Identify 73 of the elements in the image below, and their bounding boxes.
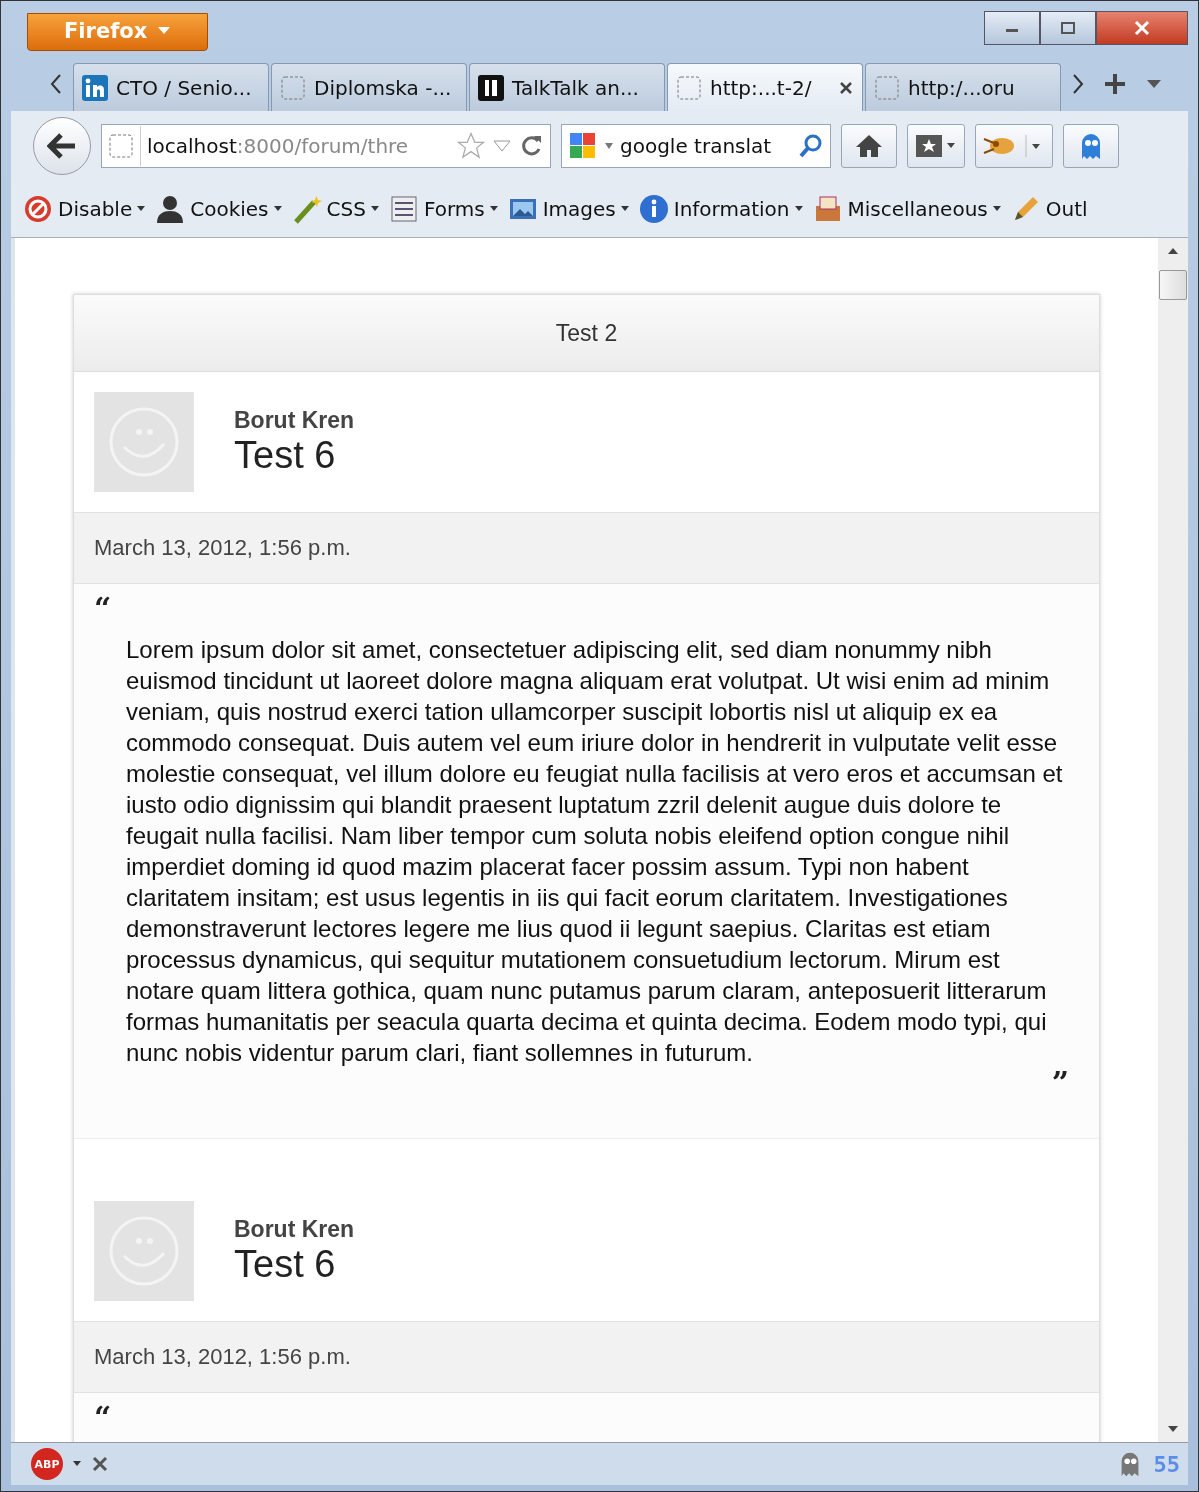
browser-tab[interactable]: TalkTalk an... (469, 63, 665, 111)
post-author: Borut Kren (234, 1216, 355, 1243)
star-icon[interactable] (456, 131, 486, 161)
browser-tab[interactable]: http:...t-2/ (667, 63, 863, 111)
maximize-button[interactable] (1040, 11, 1096, 45)
post-title: Test 6 (234, 1243, 337, 1286)
person-icon (155, 194, 186, 224)
caret-icon (157, 26, 172, 36)
caret-icon (992, 206, 1001, 212)
post-author: Borut Kren (234, 407, 355, 434)
browser-tab[interactable]: Diplomska -... (271, 63, 467, 111)
caret-icon[interactable] (73, 1461, 81, 1467)
address-bar[interactable]: localhost:8000/forum/thre (101, 124, 551, 168)
bookmarks-icon (914, 133, 958, 159)
post-date: March 13, 2012, 1:56 p.m. (94, 1344, 351, 1370)
toolbar-menu[interactable]: Disable (23, 194, 146, 224)
prohibited-icon (23, 194, 53, 224)
browser-tab[interactable]: http:/...oru (865, 63, 1061, 111)
scroll-up-icon[interactable] (1166, 246, 1180, 256)
tab-list-icon[interactable] (1145, 77, 1163, 90)
blank-page-icon (676, 74, 702, 101)
caret-icon (489, 206, 498, 212)
info-icon (638, 194, 669, 224)
close-quote: ” (1051, 1068, 1069, 1098)
blank-page-icon (108, 133, 134, 159)
post-title: Test 6 (234, 434, 337, 477)
caret-icon (370, 206, 379, 212)
caret-icon (794, 206, 803, 212)
home-icon (854, 133, 884, 159)
back-arrow-icon (47, 133, 77, 159)
caret-icon (620, 206, 629, 212)
open-quote: “ (94, 594, 113, 624)
toolbar-menu[interactable]: Information (638, 194, 803, 224)
google-icon (568, 131, 598, 161)
toolbar-menu[interactable]: CSS (291, 194, 379, 224)
toolbar-menu[interactable]: Images (507, 194, 629, 224)
post-text: Lorem ipsum dolor sit amet, consectetuer adipiscing elit, sed diam nonummy nibh euismod tincidunt ut laoreet dolore magna aliquam erat volutpat. Ut wisi enim ad minim veniam, quis nostrud exerci tation ullamcorper suscipit lobortis nisl ut aliquip ex ea commodo consequat. Duis autem vel eum iriure dolor in hendrerit in vulputate velit esse molestie consequat, vel illum dolore eu feugiat nulla facilisis at vero eros et accumsan et iusto odio dignissim qui blandit praesent luptatum zzril delenit augue duis dolore te feugait nulla facilisi. Nam liber tempor cum soluta nobis eleifend option congue nihil imperdiet doming id quod mazim placerat facer possim assum. Typi non habent claritatem insitam; est usus legentis in iis qui facit eorum claritatem. Investigationes demonstraverunt lectores legere me lius quod ii legunt saepius. Claritas est etiam processus dynamicus, qui sequitur mutationem consuetudium lectorum. Mirum est notare quam littera gothica, quam nunc putamus parum claram, anteposuerit litterarum formas humanitatis per seacula quarta decima et quinta decima. Eodem modo typi, qui nunc nobis videntur parum clari, fiant sollemnes in futurum. (126, 635, 1064, 1068)
toolbar-menu[interactable]: Outl (1010, 194, 1088, 224)
page-icon (478, 74, 504, 101)
wand-icon (291, 194, 322, 224)
minimize-button[interactable] (984, 11, 1040, 45)
maximize-icon (1060, 21, 1076, 35)
close-icon[interactable] (91, 1455, 109, 1473)
search-icon[interactable] (798, 133, 824, 159)
bug-button[interactable] (975, 124, 1053, 168)
close-button[interactable] (1096, 11, 1188, 45)
new-tab-icon[interactable] (1103, 71, 1127, 96)
adblock-button[interactable]: ABP (31, 1448, 63, 1480)
thread-title: Test 2 (555, 319, 618, 347)
caret-icon (604, 142, 614, 150)
search-field[interactable]: google translat (561, 124, 831, 168)
home-button[interactable] (841, 124, 897, 168)
bookmarks-button[interactable] (907, 124, 965, 168)
blank-page-icon (874, 74, 900, 101)
ghost-button[interactable] (1063, 124, 1119, 168)
browser-tab[interactable]: CTO / Senio... (73, 63, 269, 111)
toolbar-menu[interactable]: Forms (388, 194, 498, 224)
form-icon (388, 194, 419, 224)
toolbar-menu[interactable]: Cookies (155, 194, 282, 224)
scrollbar[interactable] (1158, 238, 1188, 1442)
scroll-down-icon[interactable] (1166, 1424, 1180, 1434)
caret-icon (137, 206, 146, 212)
open-quote: “ (94, 1403, 113, 1433)
blank-page-icon (280, 74, 306, 101)
caret-icon (273, 206, 282, 212)
close-icon (1133, 20, 1151, 36)
tab-close-icon[interactable] (838, 79, 854, 96)
avatar-icon (94, 392, 194, 492)
toolbar-menu[interactable]: Miscellaneous (812, 194, 1001, 224)
linkedin-icon (82, 74, 108, 101)
avatar-icon (94, 1201, 194, 1301)
post-date: March 13, 2012, 1:56 p.m. (94, 535, 351, 561)
scroll-thumb[interactable] (1159, 270, 1187, 300)
